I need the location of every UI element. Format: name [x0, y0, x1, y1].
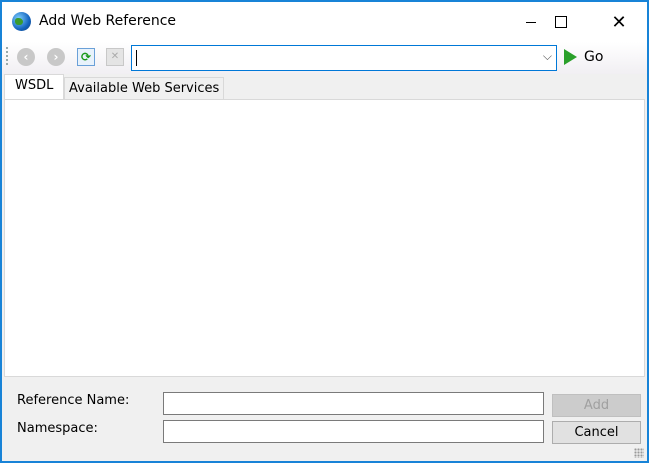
add-button[interactable]: Add — [552, 394, 641, 417]
tab-wsdl[interactable]: WSDL — [4, 74, 65, 100]
forward-button[interactable]: › — [47, 48, 65, 66]
chevron-down-icon[interactable]: ⌵ — [543, 49, 552, 64]
refresh-button[interactable]: ⟳ — [77, 48, 95, 66]
stop-icon: ✕ — [110, 51, 120, 62]
close-button[interactable]: ✕ — [596, 2, 642, 42]
reference-name-label: Reference Name: — [17, 393, 130, 408]
close-icon: ✕ — [611, 11, 627, 33]
wsdl-content-pane — [4, 99, 645, 377]
title-bar: Add Web Reference ✕ — [2, 2, 647, 42]
resize-grip[interactable] — [634, 448, 644, 458]
back-button[interactable]: ‹ — [17, 48, 35, 66]
maximize-button[interactable] — [538, 2, 584, 42]
play-icon — [564, 49, 577, 65]
namespace-label: Namespace: — [17, 421, 98, 436]
back-icon: ‹ — [23, 50, 29, 64]
globe-icon — [12, 12, 31, 31]
reference-name-input[interactable] — [163, 392, 544, 415]
url-combobox[interactable]: ⌵ — [131, 45, 557, 71]
minimize-icon — [526, 21, 536, 23]
tab-available-web-services[interactable]: Available Web Services — [64, 77, 225, 100]
cancel-button[interactable]: Cancel — [552, 421, 641, 444]
add-web-reference-dialog: Add Web Reference ✕ ‹ › ⟳ ✕ ⌵ Go Availab… — [0, 0, 649, 463]
go-button[interactable]: Go — [564, 49, 603, 65]
toolbar-grip[interactable] — [6, 47, 8, 67]
text-caret — [136, 50, 137, 66]
tab-strip: Available Web Services WSDL — [2, 74, 647, 100]
toolbar: ‹ › ⟳ ✕ ⌵ Go — [2, 42, 647, 74]
namespace-input[interactable] — [163, 420, 544, 443]
maximize-icon — [555, 16, 567, 28]
forward-icon: › — [53, 50, 59, 64]
go-label: Go — [584, 49, 604, 65]
refresh-icon: ⟳ — [80, 50, 92, 64]
window-title: Add Web Reference — [39, 13, 177, 29]
stop-button[interactable]: ✕ — [106, 48, 124, 66]
